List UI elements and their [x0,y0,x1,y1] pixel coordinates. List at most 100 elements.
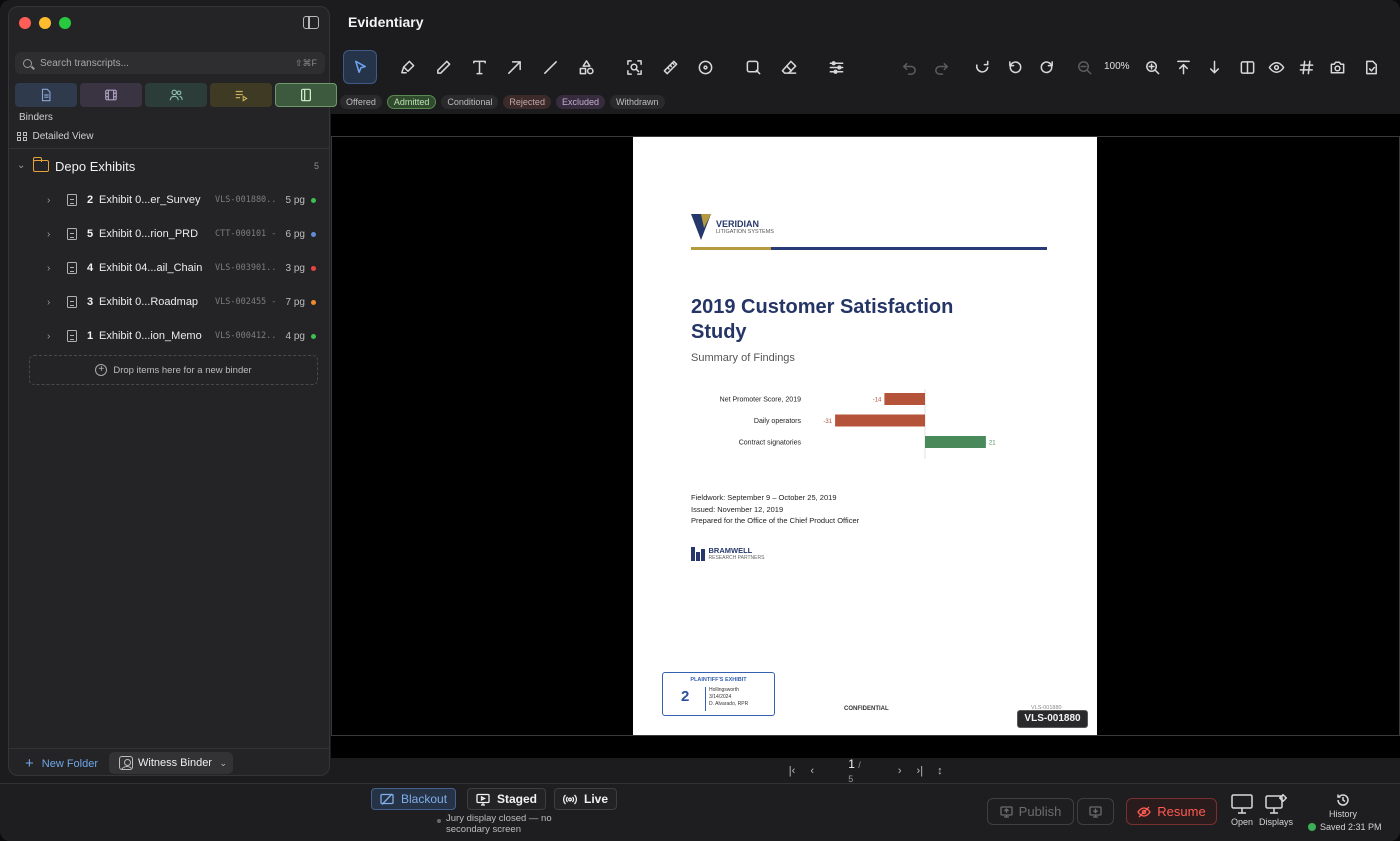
arrow-tool-button[interactable] [497,50,531,84]
zoom-in-button[interactable] [1135,50,1169,84]
search-shortcut: ⇧⌘F [294,57,317,68]
findings-chart: Net Promoter Score, 2019 -14 Daily operato… [720,389,996,459]
spotlight-icon [698,60,712,74]
witness-binder-select[interactable]: Witness Binder ⌄ [109,752,233,774]
rotate-left-icon [1008,60,1021,73]
detailed-view-toggle[interactable]: Detailed View [17,131,93,142]
status-conditional[interactable]: Conditional [441,95,499,109]
status-rejected[interactable]: Rejected [503,95,551,109]
live-mode-button[interactable]: Live [554,788,618,810]
select-tool-button[interactable] [343,50,377,84]
callout-tool-button[interactable] [736,50,770,84]
chart-value-label: -31 [823,419,832,425]
tab-documents[interactable] [15,83,77,107]
sidebar: Search transcripts... ⇧⌘F Binders Detail [8,6,337,776]
exhibit-name: Exhibit 04...ail_Chain [99,262,203,274]
status-excluded[interactable]: Excluded [555,95,605,109]
staged-mode-button[interactable]: Staged [467,788,547,810]
minimize-window-button[interactable] [39,17,51,29]
tab-playlists[interactable] [210,83,272,107]
chevron-right-icon[interactable]: › [47,297,55,308]
arrow-to-top-icon [1176,60,1190,74]
refresh-button[interactable] [965,50,999,84]
vendor-subtitle: RESEARCH PARTNERS [708,555,765,561]
ruler-icon [663,60,677,74]
undo-button[interactable] [892,50,926,84]
highlighter-tool-button[interactable] [390,50,424,84]
shapes-tool-button[interactable] [569,50,603,84]
sidebar-toggle-icon[interactable] [303,16,319,29]
fit-height-icon[interactable]: ↕ [934,765,946,777]
exhibit-pages: 4 pg [285,330,305,342]
pen-tool-button[interactable] [426,50,460,84]
tab-witnesses[interactable] [145,83,207,107]
publish-icon [1000,805,1013,818]
new-binder-drop-zone[interactable]: + Drop items here for a new binder [29,355,318,385]
bates-numbering-button[interactable] [1289,50,1323,84]
search-input[interactable]: Search transcripts... ⇧⌘F [15,52,325,74]
documents-icon [41,88,51,102]
exhibit-number: 4 [87,262,94,274]
blackout-mode-button[interactable]: Blackout [371,788,457,810]
preview-output-button[interactable] [1077,798,1114,825]
text-tool-button[interactable] [462,50,496,84]
snapshot-button[interactable] [1320,50,1354,84]
status-dot [311,231,316,237]
export-button[interactable] [1354,50,1388,84]
zoom-region-tool-button[interactable] [617,50,651,84]
list-item[interactable]: › 2 Exhibit 0...er_Survey VLS-001880... … [47,190,327,210]
tab-binders[interactable] [275,83,337,107]
preview-button[interactable] [1259,50,1293,84]
zoom-out-button[interactable] [1067,50,1101,84]
prepared-line: Prepared for the Office of the Chief Pro… [691,516,860,525]
resume-button[interactable]: Resume [1126,798,1217,825]
next-page-icon[interactable]: › [894,765,906,777]
stamp-info: Hollingsworth 3/14/2024 D. Alvarado, RPR [709,687,748,708]
chart-value-label: -14 [873,398,882,404]
rotate-right-button[interactable] [1029,50,1063,84]
folder-name: Depo Exhibits [55,158,136,174]
chevron-down-icon[interactable]: ⌄ [17,161,27,171]
first-page-icon[interactable]: |‹ [786,765,798,777]
document-subtitle: Summary of Findings [691,352,795,364]
chevron-right-icon[interactable]: › [47,195,55,206]
document-page[interactable]: VERIDIAN LITIGATION SYSTEMS 2019 Custome… [633,137,1097,735]
chevron-right-icon[interactable]: › [47,331,55,342]
status-withdrawn[interactable]: Withdrawn [609,95,665,109]
close-window-button[interactable] [19,17,31,29]
last-page-icon[interactable]: ›| [914,765,926,777]
page-indicator[interactable]: 1 / 5 [848,757,865,785]
hash-icon [1299,60,1313,74]
list-item[interactable]: › 3 Exhibit 0...Roadmap VLS-002455 -... … [47,292,327,312]
list-item[interactable]: › 1 Exhibit 0...ion_Memo VLS-000412... 4… [47,326,327,346]
scroll-top-button[interactable] [1166,50,1200,84]
adjustments-button[interactable] [819,50,853,84]
divider [9,748,329,749]
chevron-right-icon[interactable]: › [47,229,55,240]
line-tool-button[interactable] [533,50,567,84]
spotlight-tool-button[interactable] [688,50,722,84]
rotate-right-icon [1040,60,1053,73]
list-item[interactable]: › 5 Exhibit 0...rion_PRD CTT-000101 -...… [47,224,327,244]
list-item[interactable]: › 4 Exhibit 04...ail_Chain VLS-003901...… [47,258,327,278]
displays-settings-button[interactable]: Displays [1259,793,1293,827]
status-admitted[interactable]: Admitted [386,95,437,109]
publish-button[interactable]: Publish [987,798,1074,825]
stamp-witness: Hollingsworth [709,687,740,693]
previous-page-icon[interactable]: ‹ [806,765,818,777]
history-button[interactable]: History [1329,793,1357,819]
eraser-tool-button[interactable] [772,50,806,84]
zoom-level[interactable]: 100% [1104,61,1130,72]
redo-button[interactable] [924,50,958,84]
folder-depo-exhibits[interactable]: ⌄ Depo Exhibits 5 [17,156,323,176]
open-display-button[interactable]: Open [1230,793,1254,827]
scroll-down-button[interactable] [1197,50,1231,84]
rotate-left-button[interactable] [998,50,1032,84]
tab-media[interactable] [80,83,142,107]
zoom-window-button[interactable] [59,17,71,29]
status-dot [311,299,316,305]
new-folder-button[interactable]: + New Folder [25,755,98,772]
chevron-right-icon[interactable]: › [47,263,55,274]
status-offered[interactable]: Offered [340,95,382,109]
measure-tool-button[interactable] [653,50,687,84]
